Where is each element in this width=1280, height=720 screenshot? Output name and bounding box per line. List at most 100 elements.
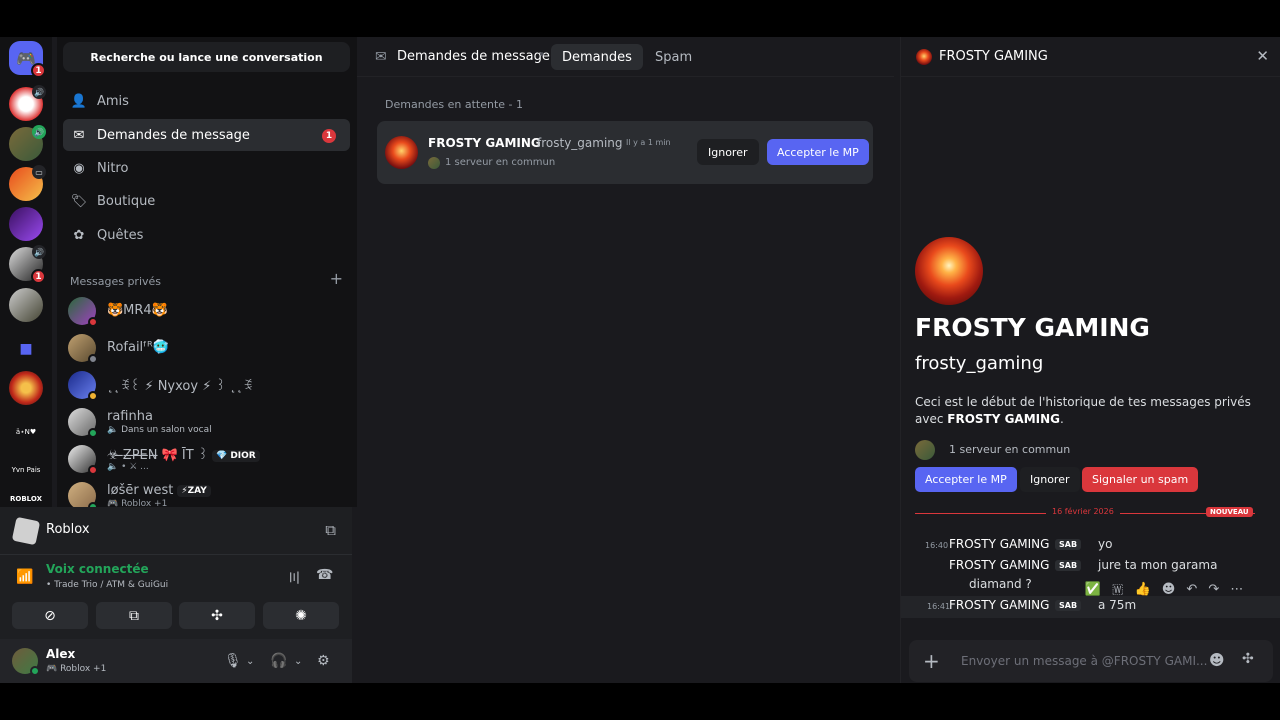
profile-username: frosty_gaming [915, 353, 1044, 374]
mutual-servers[interactable]: 1 serveur en commun [949, 443, 1070, 456]
history-intro: Ceci est le début de l'historique de tes… [915, 394, 1255, 428]
nav-label: Amis [97, 93, 129, 109]
message-text-cont: diamand ? [969, 577, 1032, 591]
speaker-icon: 🔊 [32, 85, 46, 99]
thumbs-up-reaction-icon[interactable]: 👍 [1134, 582, 1150, 597]
user-name[interactable]: Alex [46, 647, 75, 661]
status-offline-icon [88, 354, 98, 364]
dm-preview-panel: FROSTY GAMING ✕ FROSTY GAMING frosty_gam… [900, 37, 1280, 683]
nav-friends[interactable]: 👤 Amis [63, 85, 350, 117]
activities-button[interactable]: ✣ [179, 602, 255, 629]
intro-suffix: . [1060, 412, 1064, 426]
message-time: 16:40 [925, 541, 949, 550]
speaker-icon: 🔊 [32, 245, 46, 259]
server-icon[interactable]: 🔊 [9, 125, 46, 161]
server-icon[interactable]: 🔊 1 [9, 245, 46, 284]
w-reaction-icon[interactable]: 🇼 [1112, 582, 1124, 597]
noise-suppression-icon[interactable]: 〣 [287, 568, 301, 588]
nav-label: Quêtes [97, 227, 144, 243]
message-time: 16:41 [927, 602, 951, 611]
emoji-icon[interactable]: ☻ [1209, 651, 1225, 669]
envelope-icon: ✉ [73, 127, 85, 143]
accept-dm-button[interactable]: Accepter le MP [915, 467, 1017, 492]
soundboard-button[interactable]: ✺ [263, 602, 339, 629]
add-dm-icon[interactable]: + [330, 269, 343, 288]
dm-item[interactable]: rafinha 🔈 Dans un salon vocal [63, 404, 350, 440]
server-icon[interactable] [9, 371, 43, 405]
message-author[interactable]: FROSTY GAMING [949, 537, 1049, 551]
profile-display-name: FROSTY GAMING [915, 313, 1150, 342]
screen-share-button[interactable]: ⧉ [96, 602, 172, 629]
text-server[interactable]: ROBLOX [4, 492, 48, 506]
check-reaction-icon[interactable]: ✅ [1085, 582, 1101, 597]
panel-header: FROSTY GAMING ✕ [901, 37, 1280, 77]
avatar [385, 136, 418, 169]
dm-item[interactable]: Rofailᶠᴿ🥶 [63, 330, 350, 366]
message[interactable]: 16:40 FROSTY GAMING SAB yo [901, 537, 1280, 555]
text-server[interactable]: ä⋆N♥ [4, 419, 48, 445]
settings-gear-icon[interactable]: ⚙ [317, 653, 330, 669]
camera-off-icon: ⊘ [44, 607, 56, 624]
home-button[interactable]: 🎮 1 [9, 41, 46, 78]
envelope-icon: ✉ [375, 49, 387, 65]
message-author[interactable]: FROSTY GAMING [949, 598, 1049, 612]
forward-icon[interactable]: ↷ [1208, 582, 1219, 597]
ignore-button[interactable]: Ignorer [697, 139, 759, 165]
message-text: yo [1098, 537, 1113, 551]
accept-dm-button[interactable]: Accepter le MP [767, 139, 869, 165]
nav-quests[interactable]: ✿ Quêtes [63, 219, 350, 251]
nav-shop[interactable]: 🏷 Boutique [63, 185, 350, 217]
avatar [916, 49, 932, 65]
signal-icon: 📶 [16, 569, 34, 585]
text-server[interactable]: Yvn Pais [4, 457, 48, 483]
dm-item[interactable]: 🐯MR4🐯 [63, 293, 350, 329]
more-icon[interactable]: ⋯ [1230, 582, 1243, 597]
nav-message-requests[interactable]: ✉ Demandes de message 1 [63, 119, 350, 151]
home-badge: 1 [31, 63, 46, 78]
server-icon[interactable] [9, 207, 43, 241]
message-input[interactable]: Envoyer un message à @FROSTY GAMI... [961, 654, 1207, 668]
server-icon[interactable] [9, 288, 43, 322]
close-icon[interactable]: ✕ [1256, 47, 1269, 65]
guild-tag: ⚡ZAY [177, 485, 211, 497]
voice-channel[interactable]: • Trade Trio / ATM & GuiGui [46, 580, 168, 590]
request-card[interactable]: FROSTY GAMING frosty_gaming Il y a 1 min… [377, 121, 873, 184]
dm-item[interactable]: ˛˛ꉂ꒰ ⚡ Nyxoy ⚡ ꒱ ˛˛ꉂ [63, 367, 350, 403]
message-composer[interactable]: + Envoyer un message à @FROSTY GAMI... ☻… [909, 640, 1273, 682]
server-icon[interactable]: 🔊 [9, 85, 46, 121]
add-attachment-icon[interactable]: + [923, 649, 940, 673]
profile-avatar[interactable] [915, 237, 983, 305]
dm-name: Rofailᶠᴿ🥶 [107, 340, 169, 355]
add-reaction-icon[interactable]: ☻ [1162, 582, 1176, 597]
tab-requests[interactable]: Demandes [551, 44, 643, 70]
status-dnd-icon [88, 465, 98, 475]
nav-nitro[interactable]: ◉ Nitro [63, 152, 350, 184]
disconnect-icon[interactable]: ☎ [316, 567, 333, 583]
microphone-icon[interactable]: 🎙 [224, 653, 242, 669]
message-author[interactable]: FROSTY GAMING [949, 558, 1049, 572]
voice-status[interactable]: Voix connectée [46, 562, 149, 576]
share-screen-icon[interactable]: ⧉ [325, 521, 336, 539]
chevron-down-icon[interactable]: ⌄ [294, 656, 302, 667]
headphones-icon[interactable]: 🎧 [270, 653, 287, 669]
dm-activity: 🔈 Dans un salon vocal [107, 425, 212, 435]
guild-tag: SAB [1055, 539, 1082, 550]
camera-off-button[interactable]: ⊘ [12, 602, 88, 629]
guild-tag: 💎 DIOR [212, 450, 260, 462]
chevron-down-icon[interactable]: ⌄ [246, 656, 254, 667]
apps-icon[interactable]: ✣ [1242, 651, 1254, 667]
search-button[interactable]: Recherche ou lance une conversation [63, 42, 350, 72]
nav-badge: 1 [322, 129, 336, 143]
tab-spam[interactable]: Spam [645, 44, 702, 70]
dm-item[interactable]: ☣︎ ̶Z̶P̶E̶N̶ 🎀 ĪT ꒱ 💎 DIOR 🔈 • ⚔ ... [63, 441, 350, 477]
message[interactable]: 16:41 FROSTY GAMING SAB a 75m [901, 596, 1280, 618]
message-requests-view: ✉ Demandes de message • Demandes Spam De… [357, 37, 894, 683]
server-icon[interactable]: ▭ [9, 165, 46, 201]
dm-name-text: ☣︎ ̶Z̶P̶E̶N̶ 🎀 ĪT ꒱ [107, 448, 208, 463]
folder-icon[interactable]: ■ [9, 332, 43, 366]
message-text: jure ta mon garama [1098, 558, 1218, 572]
reply-icon[interactable]: ↶ [1186, 582, 1197, 597]
ignore-button[interactable]: Ignorer [1020, 467, 1080, 492]
discord-app: 🎮 1 🔊 🔊 ▭ 🔊 1 ■ ä⋆N♥ Yvn Pais ROBLOX Rec… [0, 37, 1280, 683]
report-spam-button[interactable]: Signaler un spam [1082, 467, 1199, 492]
